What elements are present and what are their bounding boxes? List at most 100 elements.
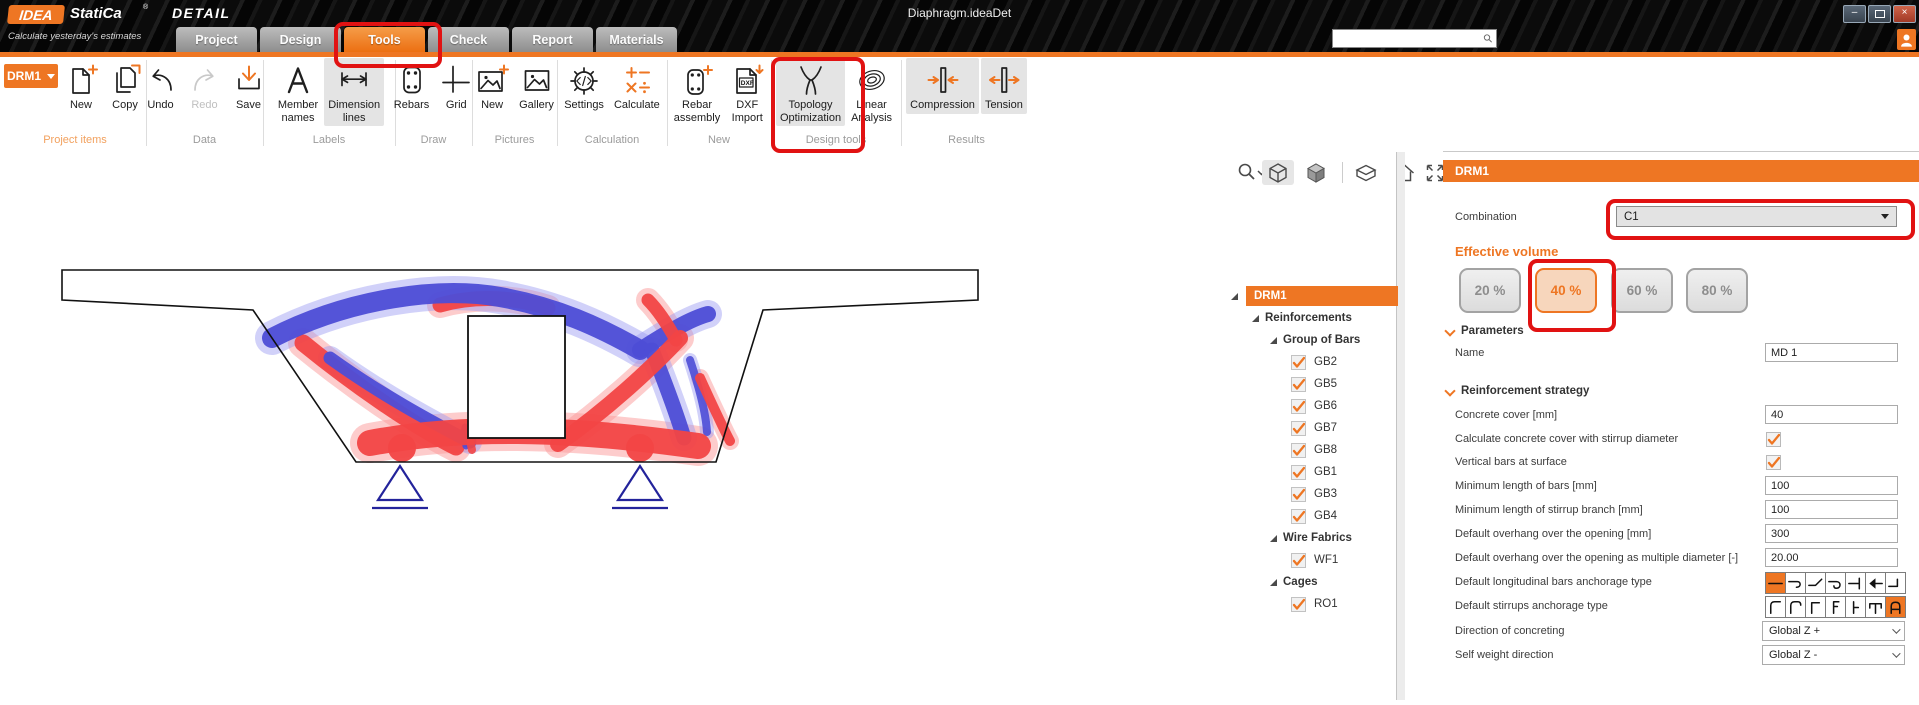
- dimension-lines-button[interactable]: Dimension lines: [324, 58, 385, 126]
- svg-text:DXF: DXF: [741, 80, 754, 87]
- tab-check[interactable]: Check: [428, 27, 509, 52]
- tree-item-gb3[interactable]: GB3: [1291, 484, 1337, 504]
- tree-item-gb2[interactable]: GB2: [1291, 352, 1337, 372]
- tree-checkbox[interactable]: [1291, 464, 1306, 480]
- select-direction-of-concreting[interactable]: Global Z +: [1762, 621, 1905, 641]
- anchorage-type-hook-90s-icon[interactable]: [1765, 596, 1786, 618]
- rebars-button[interactable]: Rebars: [390, 58, 433, 114]
- rebar-assembly-button[interactable]: Rebar assembly: [670, 58, 724, 126]
- linear-analysis-button[interactable]: Linear Analysis: [847, 58, 896, 126]
- section-chevron-icon[interactable]: [1444, 325, 1456, 337]
- anchorage-type-head-stud-icon[interactable]: [1865, 572, 1886, 594]
- gallery-button[interactable]: Gallery: [515, 58, 558, 114]
- anchorage-type-hook-up-icon[interactable]: [1885, 572, 1906, 594]
- compression-button[interactable]: Compression: [906, 58, 979, 114]
- tree-scrollbar[interactable]: [1396, 152, 1405, 700]
- input-minimum-length-of-bars-mm[interactable]: 100: [1765, 476, 1898, 495]
- anchorage-type-double-hook-icon[interactable]: [1825, 596, 1846, 618]
- section-chevron-icon[interactable]: [1444, 385, 1456, 397]
- volume-20-button[interactable]: 20 %: [1459, 268, 1521, 313]
- redo-button[interactable]: Redo: [184, 58, 226, 114]
- tree-item-gb4[interactable]: GB4: [1291, 506, 1337, 526]
- tree-checkbox[interactable]: [1291, 376, 1306, 392]
- volume-80-button[interactable]: 80 %: [1686, 268, 1748, 313]
- home-icon[interactable]: [1389, 160, 1421, 185]
- tree-item-wf1[interactable]: WF1: [1291, 550, 1338, 570]
- tension-button[interactable]: Tension: [980, 58, 1027, 114]
- tree-item-gb8[interactable]: GB8: [1291, 440, 1337, 460]
- tree-item-group-of-bars[interactable]: Group of Bars: [1270, 330, 1360, 350]
- tree-checkbox[interactable]: [1291, 552, 1306, 568]
- anchorage-type-hook-90-icon[interactable]: [1785, 572, 1806, 594]
- select-self-weight-direction[interactable]: Global Z -: [1762, 645, 1905, 665]
- search-input[interactable]: [1333, 32, 1483, 45]
- expand-triangle-icon[interactable]: [1270, 534, 1277, 542]
- topology-optimization-button[interactable]: Topology Optimization: [775, 58, 846, 126]
- tree-checkbox[interactable]: [1291, 508, 1306, 524]
- anchorage-type-closed-loop-icon[interactable]: [1885, 596, 1906, 618]
- button-label: DXF Import: [731, 99, 763, 124]
- anchorage-type-tick-icon[interactable]: [1845, 596, 1866, 618]
- tree-checkbox[interactable]: [1291, 420, 1306, 436]
- input-name[interactable]: MD 1: [1765, 343, 1898, 362]
- input-default-overhang-over-the-open[interactable]: 300: [1765, 524, 1898, 543]
- tree-item-gb6[interactable]: GB6: [1291, 396, 1337, 416]
- model-canvas[interactable]: [0, 151, 1443, 700]
- tab-tools[interactable]: Tools: [344, 27, 425, 52]
- tree-item-gb5[interactable]: GB5: [1291, 374, 1337, 394]
- anchorage-type-t-hooks-icon[interactable]: [1865, 596, 1886, 618]
- tree-item-wire-fabrics[interactable]: Wire Fabrics: [1270, 528, 1352, 548]
- expand-triangle-icon[interactable]: [1270, 578, 1277, 586]
- tree-item-drm1[interactable]: DRM1: [1246, 286, 1398, 306]
- tree-checkbox[interactable]: [1291, 486, 1306, 502]
- tree-item-cages[interactable]: Cages: [1270, 572, 1318, 592]
- tab-materials[interactable]: Materials: [596, 27, 677, 52]
- calculate-button[interactable]: Calculate: [610, 58, 664, 114]
- volume-60-button[interactable]: 60 %: [1611, 268, 1673, 313]
- undo-button[interactable]: Undo: [140, 58, 182, 114]
- section-header-parameters[interactable]: Parameters: [1461, 325, 1524, 337]
- checkbox-calculate-concrete-cover-with-[interactable]: [1766, 432, 1781, 447]
- anchorage-type-straight-icon[interactable]: [1765, 572, 1786, 594]
- input-default-overhang-over-the-open[interactable]: 20.00: [1765, 548, 1898, 567]
- input-concrete-cover-mm[interactable]: 40: [1765, 405, 1898, 424]
- project-item-dropdown[interactable]: DRM1: [4, 64, 58, 88]
- volume-40-button[interactable]: 40 %: [1535, 268, 1597, 313]
- expand-triangle-icon[interactable]: [1270, 336, 1277, 344]
- clip-box-icon[interactable]: [1350, 160, 1382, 185]
- anchorage-type-hook-180-icon[interactable]: [1825, 572, 1846, 594]
- tree-expander[interactable]: [1231, 286, 1244, 306]
- tree-checkbox[interactable]: [1291, 596, 1306, 612]
- tab-report[interactable]: Report: [512, 27, 593, 52]
- input-minimum-length-of-stirrup-bran[interactable]: 100: [1765, 500, 1898, 519]
- dxf-import-button[interactable]: DXF DXF Import: [726, 58, 768, 126]
- tab-project[interactable]: Project: [176, 27, 257, 52]
- new-button[interactable]: New: [471, 58, 513, 114]
- tree-item-reinforcements[interactable]: Reinforcements: [1252, 308, 1352, 328]
- search-icon[interactable]: [1483, 31, 1493, 46]
- new-button[interactable]: New: [60, 58, 102, 114]
- tree-item-gb1[interactable]: GB1: [1291, 462, 1337, 482]
- settings-button[interactable]: Settings: [560, 58, 608, 114]
- close-button[interactable]: ×: [1893, 5, 1916, 23]
- minimize-button[interactable]: –: [1843, 5, 1866, 23]
- tree-item-gb7[interactable]: GB7: [1291, 418, 1337, 438]
- tab-design[interactable]: Design: [260, 27, 341, 52]
- section-header-reinforcement-strategy[interactable]: Reinforcement strategy: [1461, 385, 1589, 397]
- anchorage-type-hook-135-icon[interactable]: [1785, 596, 1806, 618]
- user-account-icon[interactable]: [1897, 29, 1916, 50]
- wireframe-cube-icon[interactable]: [1262, 160, 1294, 185]
- combination-dropdown[interactable]: C1: [1616, 206, 1897, 227]
- checkbox-vertical-bars-at-surface[interactable]: [1766, 455, 1781, 470]
- maximize-button[interactable]: [1868, 5, 1891, 23]
- tree-checkbox[interactable]: [1291, 354, 1306, 370]
- expand-triangle-icon[interactable]: [1252, 314, 1259, 322]
- tree-checkbox[interactable]: [1291, 442, 1306, 458]
- anchorage-type-end-plate-icon[interactable]: [1845, 572, 1866, 594]
- member-names-button[interactable]: Member names: [274, 58, 322, 126]
- tree-checkbox[interactable]: [1291, 398, 1306, 414]
- anchorage-type-corner-icon[interactable]: [1805, 596, 1826, 618]
- solid-cube-icon[interactable]: [1300, 160, 1332, 185]
- anchorage-type-bend-45-icon[interactable]: [1805, 572, 1826, 594]
- tree-item-ro1[interactable]: RO1: [1291, 594, 1338, 614]
